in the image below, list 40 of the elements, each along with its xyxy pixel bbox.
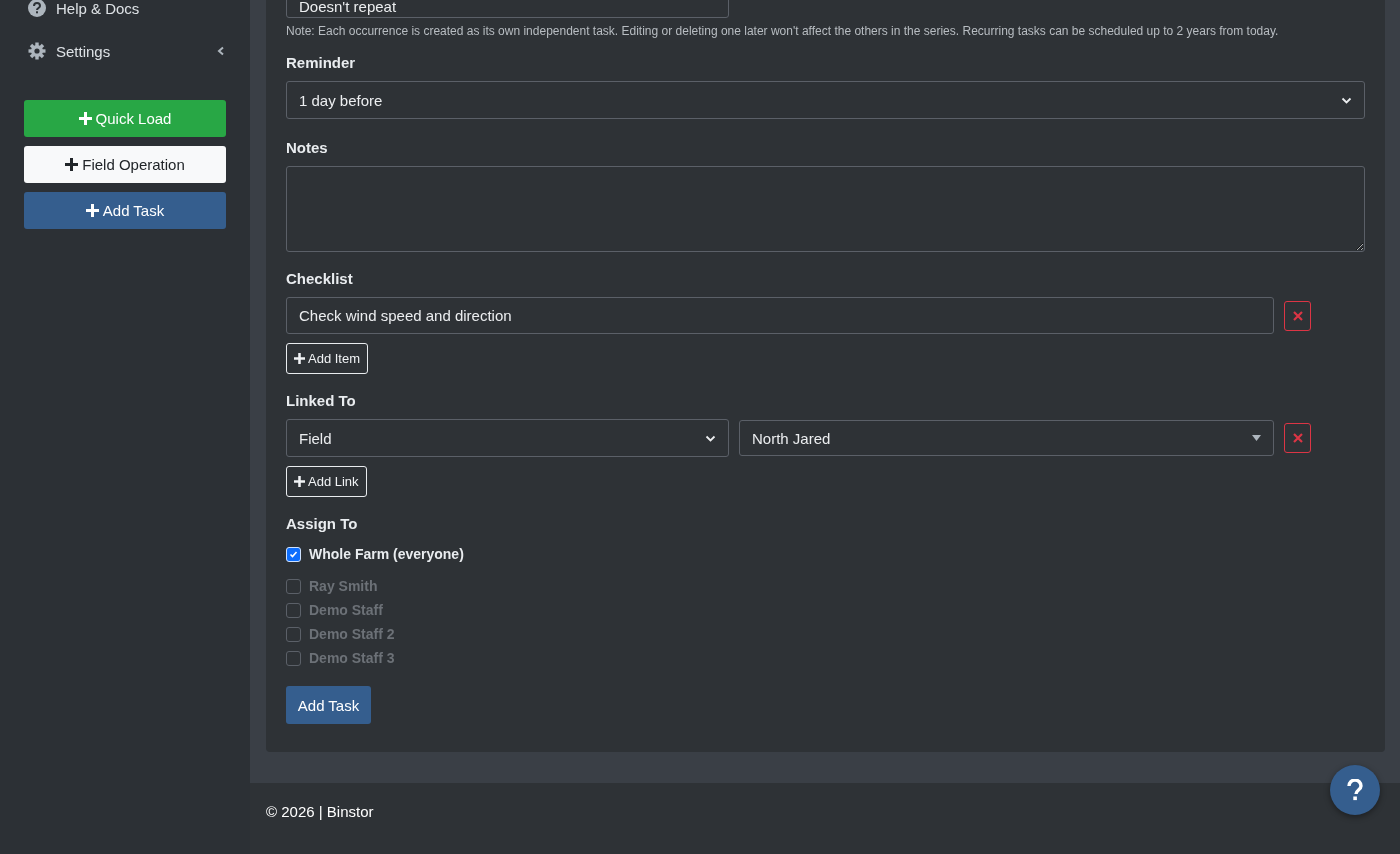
notes-field[interactable]	[286, 166, 1365, 252]
checkbox-label: Demo Staff	[309, 602, 383, 618]
close-icon	[1292, 310, 1303, 321]
add-task-button[interactable]: Add Task	[286, 686, 371, 724]
remove-button[interactable]	[1284, 423, 1311, 453]
plus-icon	[65, 158, 79, 171]
sidebar-item[interactable]: Settings	[28, 40, 226, 62]
plus-icon	[85, 204, 99, 217]
add-link-button[interactable]: Add Link	[286, 466, 367, 497]
field-label: Reminder	[286, 54, 357, 71]
sidebar-button[interactable]: Add Task	[24, 192, 226, 229]
select-field[interactable]: 1 day before	[286, 81, 1365, 119]
help-icon	[1346, 779, 1364, 801]
checkbox[interactable]	[286, 546, 301, 562]
sidebar-button[interactable]: Field Operation	[24, 146, 226, 183]
help-text: Note: Each occurrence is created as its own independent task. Editing or deleting one later won't affect the others in the series. Recurring tasks can be scheduled up to 2 years from today.	[286, 24, 1280, 38]
caret-icon	[1252, 435, 1261, 441]
input-field[interactable]: Check wind speed and direction	[286, 297, 1274, 334]
field-label: Checklist	[286, 270, 354, 287]
select-field[interactable]: Doesn't repeat	[286, 0, 729, 18]
field-label: Linked To	[286, 392, 357, 409]
plus-icon	[78, 112, 92, 125]
field-label: Assign To	[286, 515, 359, 532]
plus-icon	[294, 353, 305, 364]
add-item-button[interactable]: Add Item	[286, 343, 369, 374]
field-label: Notes	[286, 139, 329, 156]
footer-text: © 2026 | Binstor	[266, 803, 374, 820]
checkmark-icon	[289, 549, 298, 559]
remove-button[interactable]	[1284, 300, 1311, 331]
sidebar-item[interactable]: Help & Docs	[28, 0, 226, 19]
select-field[interactable]: Field	[286, 419, 729, 457]
select-field[interactable]: North Jared	[739, 420, 1274, 456]
checkbox-label: Ray Smith	[309, 578, 378, 594]
close-icon	[1292, 433, 1303, 443]
checkbox-label: Demo Staff 3	[309, 650, 395, 666]
settings-icon	[28, 42, 46, 60]
help-button[interactable]	[1330, 765, 1380, 815]
checkbox-label: Whole Farm (everyone)	[309, 546, 464, 562]
checkbox-label: Demo Staff 2	[309, 626, 395, 642]
plus-icon	[294, 476, 305, 487]
